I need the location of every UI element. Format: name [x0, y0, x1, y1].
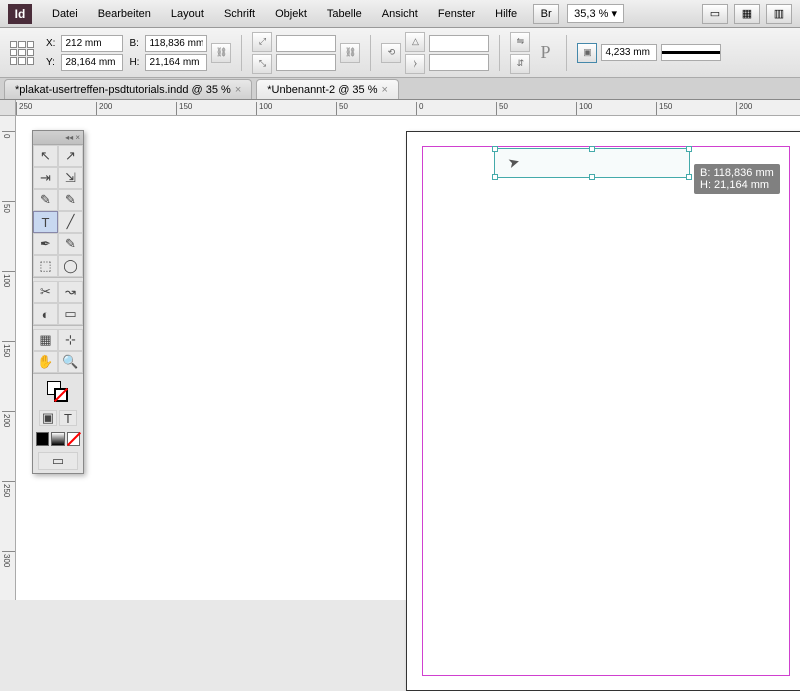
scale-x-icon[interactable]: ⤢	[252, 32, 272, 52]
tab-label: *plakat-usertreffen-psdtutorials.indd @ …	[15, 84, 231, 96]
menu-objekt[interactable]: Objekt	[265, 4, 317, 24]
tab-label: *Unbenannt-2 @ 35 %	[267, 84, 377, 96]
w-input[interactable]	[145, 35, 207, 52]
apply-color-swatch[interactable]	[36, 432, 49, 446]
arrange-button[interactable]: ▦	[734, 4, 760, 24]
gap-tool[interactable]: ⇲	[58, 167, 83, 189]
shear-field[interactable]	[429, 54, 489, 71]
free-transform-tool[interactable]: ↝	[58, 281, 83, 303]
y-input[interactable]	[61, 54, 123, 71]
control-bar: X: B: Y: H: ⛓ ⤢ ⤡ ⛓ ⟲ △ ⧽ ⇋ ⇵ P ▣	[0, 28, 800, 78]
h-label: H:	[129, 57, 139, 68]
text-frame[interactable]	[494, 148, 690, 178]
menu-tabelle[interactable]: Tabelle	[317, 4, 372, 24]
panel-header[interactable]: ◂◂ ×	[33, 131, 83, 145]
w-label: B:	[129, 38, 139, 49]
menu-fenster[interactable]: Fenster	[428, 4, 485, 24]
content-collector-tool[interactable]: ✎	[33, 189, 58, 211]
shear-icon: ⧽	[405, 54, 425, 74]
note-tool[interactable]: ▦	[33, 329, 58, 351]
view-mode-button[interactable]: ▭	[38, 452, 78, 470]
close-icon[interactable]: ×	[235, 84, 241, 96]
tab-plakat[interactable]: *plakat-usertreffen-psdtutorials.indd @ …	[4, 79, 252, 99]
screen-mode-button[interactable]: ▭	[702, 4, 728, 24]
y-label: Y:	[46, 57, 55, 68]
workspace-button[interactable]: ▥	[766, 4, 792, 24]
x-label: X:	[46, 38, 55, 49]
zoom-dropdown[interactable]: 35,3 % ▾	[567, 4, 624, 23]
menu-hilfe[interactable]: Hilfe	[485, 4, 527, 24]
select-container-icon[interactable]: ▣	[577, 43, 597, 63]
h-input[interactable]	[145, 54, 207, 71]
hand-tool[interactable]: ✋	[33, 351, 58, 373]
formatting-text-icon[interactable]: T	[59, 410, 77, 426]
flip-h-icon[interactable]: ⇋	[510, 32, 530, 52]
stroke-weight-field[interactable]	[601, 44, 657, 61]
scale-y-field[interactable]	[276, 54, 336, 71]
scale-x-field[interactable]	[276, 35, 336, 52]
apply-none-swatch[interactable]	[67, 432, 80, 446]
zoom-tool[interactable]: 🔍	[58, 351, 83, 373]
stroke-style-field[interactable]	[661, 44, 721, 61]
angle-icon: △	[405, 32, 425, 52]
menu-ansicht[interactable]: Ansicht	[372, 4, 428, 24]
menu-schrift[interactable]: Schrift	[214, 4, 265, 24]
scale-y-icon[interactable]: ⤡	[252, 54, 272, 74]
workspace: 25020015010050050100150200 0501001502002…	[0, 100, 800, 600]
gradient-feather-tool[interactable]: ▭	[58, 303, 83, 325]
rotate-icon[interactable]: ⟲	[381, 43, 401, 63]
constrain-icon[interactable]: ⛓	[211, 43, 231, 63]
flip-v-icon[interactable]: ⇵	[510, 54, 530, 74]
formatting-container-icon[interactable]: ▣	[39, 410, 57, 426]
fill-stroke-swatch[interactable]	[47, 381, 69, 403]
bridge-button[interactable]: Br	[533, 4, 559, 24]
x-input[interactable]	[61, 35, 123, 52]
horizontal-ruler[interactable]: 25020015010050050100150200	[16, 100, 800, 116]
paragraph-icon: P	[534, 42, 556, 63]
reference-point[interactable]	[10, 41, 34, 65]
content-placer-tool[interactable]: ✎	[58, 189, 83, 211]
tools-panel[interactable]: ◂◂ × ↖ ↗ ⇥ ⇲ ✎ ✎ T ╱ ✒ ✎ ⬚ ◯ ✂ ↝ ◐ ▭ ▦ ⊹…	[32, 130, 84, 474]
menu-bar: Id Datei Bearbeiten Layout Schrift Objek…	[0, 0, 800, 28]
ruler-origin[interactable]	[0, 100, 16, 116]
direct-selection-tool[interactable]: ↗	[58, 145, 83, 167]
rotate-field[interactable]	[429, 35, 489, 52]
pen-tool[interactable]: ✒	[33, 233, 58, 255]
type-tool[interactable]: T	[33, 211, 58, 233]
menu-datei[interactable]: Datei	[42, 4, 88, 24]
menu-bearbeiten[interactable]: Bearbeiten	[88, 4, 161, 24]
selection-tool[interactable]: ↖	[33, 145, 58, 167]
close-icon[interactable]: ×	[382, 84, 388, 96]
gradient-swatch-tool[interactable]: ◐	[33, 303, 58, 325]
app-logo: Id	[8, 4, 32, 24]
ellipse-tool[interactable]: ◯	[58, 255, 83, 277]
apply-gradient-swatch[interactable]	[51, 432, 64, 446]
rectangle-frame-tool[interactable]: ⬚	[33, 255, 58, 277]
scissors-tool[interactable]: ✂	[33, 281, 58, 303]
menu-layout[interactable]: Layout	[161, 4, 214, 24]
tab-unbenannt[interactable]: *Unbenannt-2 @ 35 % ×	[256, 79, 399, 99]
link-icon[interactable]: ⛓	[340, 43, 360, 63]
line-tool[interactable]: ╱	[58, 211, 83, 233]
margin-guide	[422, 146, 790, 676]
eyedropper-tool[interactable]: ⊹	[58, 329, 83, 351]
canvas[interactable]: ➤ B: 118,836 mm H: 21,164 mm	[16, 116, 800, 600]
vertical-ruler[interactable]: 050100150200250300	[0, 116, 16, 600]
document-tabs: *plakat-usertreffen-psdtutorials.indd @ …	[0, 78, 800, 100]
page-tool[interactable]: ⇥	[33, 167, 58, 189]
dimension-tooltip: B: 118,836 mm H: 21,164 mm	[694, 164, 780, 194]
pencil-tool[interactable]: ✎	[58, 233, 83, 255]
